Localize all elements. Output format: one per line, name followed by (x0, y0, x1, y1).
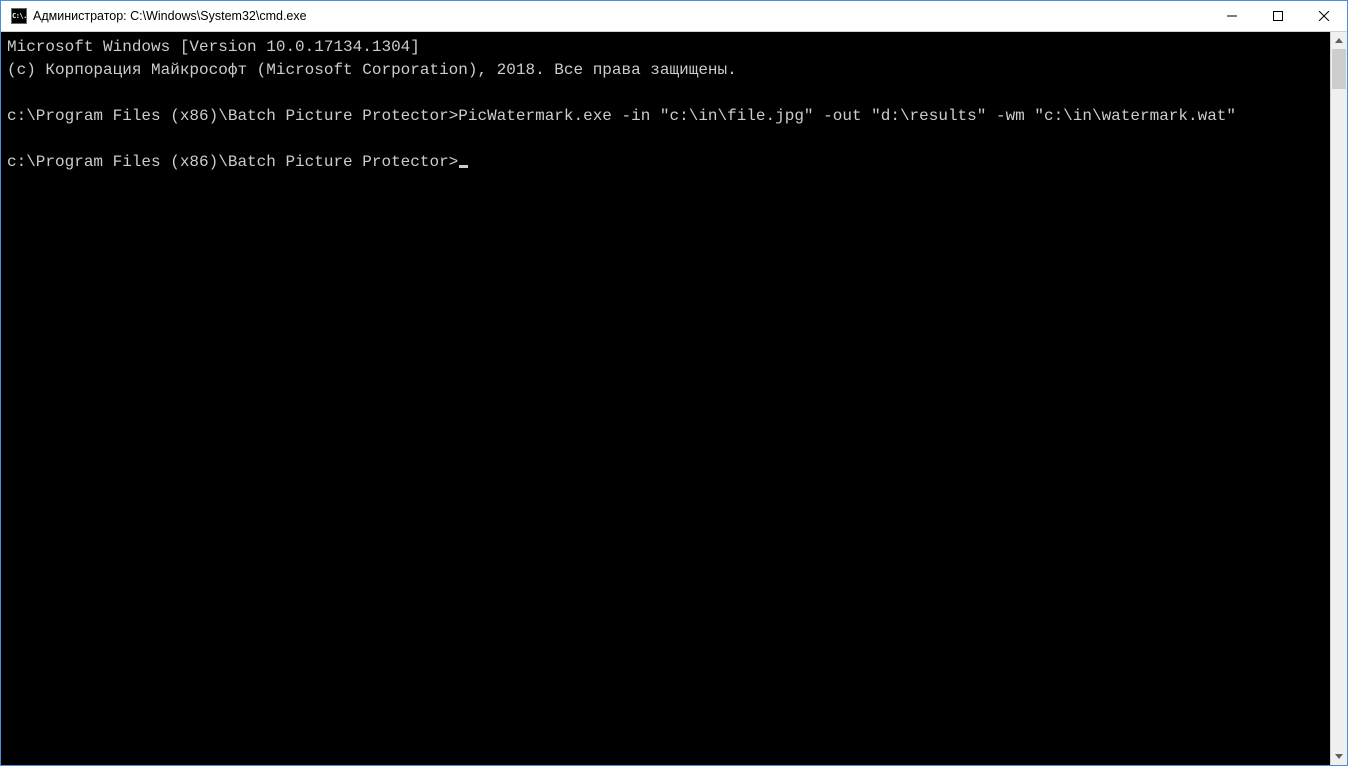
scroll-up-button[interactable] (1331, 32, 1347, 49)
scroll-down-button[interactable] (1331, 748, 1347, 765)
window-title: Администратор: C:\Windows\System32\cmd.e… (33, 9, 1209, 23)
command-line: c:\Program Files (x86)\Batch Picture Pro… (7, 105, 1328, 128)
current-prompt: c:\Program Files (x86)\Batch Picture Pro… (7, 153, 458, 171)
scroll-track[interactable] (1331, 49, 1347, 748)
vertical-scrollbar[interactable] (1330, 32, 1347, 765)
blank-line (7, 82, 1328, 105)
console-output[interactable]: Microsoft Windows [Version 10.0.17134.13… (1, 32, 1330, 765)
maximize-button[interactable] (1255, 1, 1301, 31)
cmd-icon: C:\. (11, 8, 27, 24)
banner-copyright: (c) Корпорация Майкрософт (Microsoft Cor… (7, 59, 1328, 82)
cursor-icon (459, 165, 468, 168)
titlebar[interactable]: C:\. Администратор: C:\Windows\System32\… (1, 1, 1347, 32)
blank-line (7, 128, 1328, 151)
window-controls (1209, 1, 1347, 31)
banner-version: Microsoft Windows [Version 10.0.17134.13… (7, 36, 1328, 59)
minimize-button[interactable] (1209, 1, 1255, 31)
client-area: Microsoft Windows [Version 10.0.17134.13… (1, 32, 1347, 765)
scroll-thumb[interactable] (1332, 49, 1346, 89)
close-button[interactable] (1301, 1, 1347, 31)
cmd-window: C:\. Администратор: C:\Windows\System32\… (0, 0, 1348, 766)
